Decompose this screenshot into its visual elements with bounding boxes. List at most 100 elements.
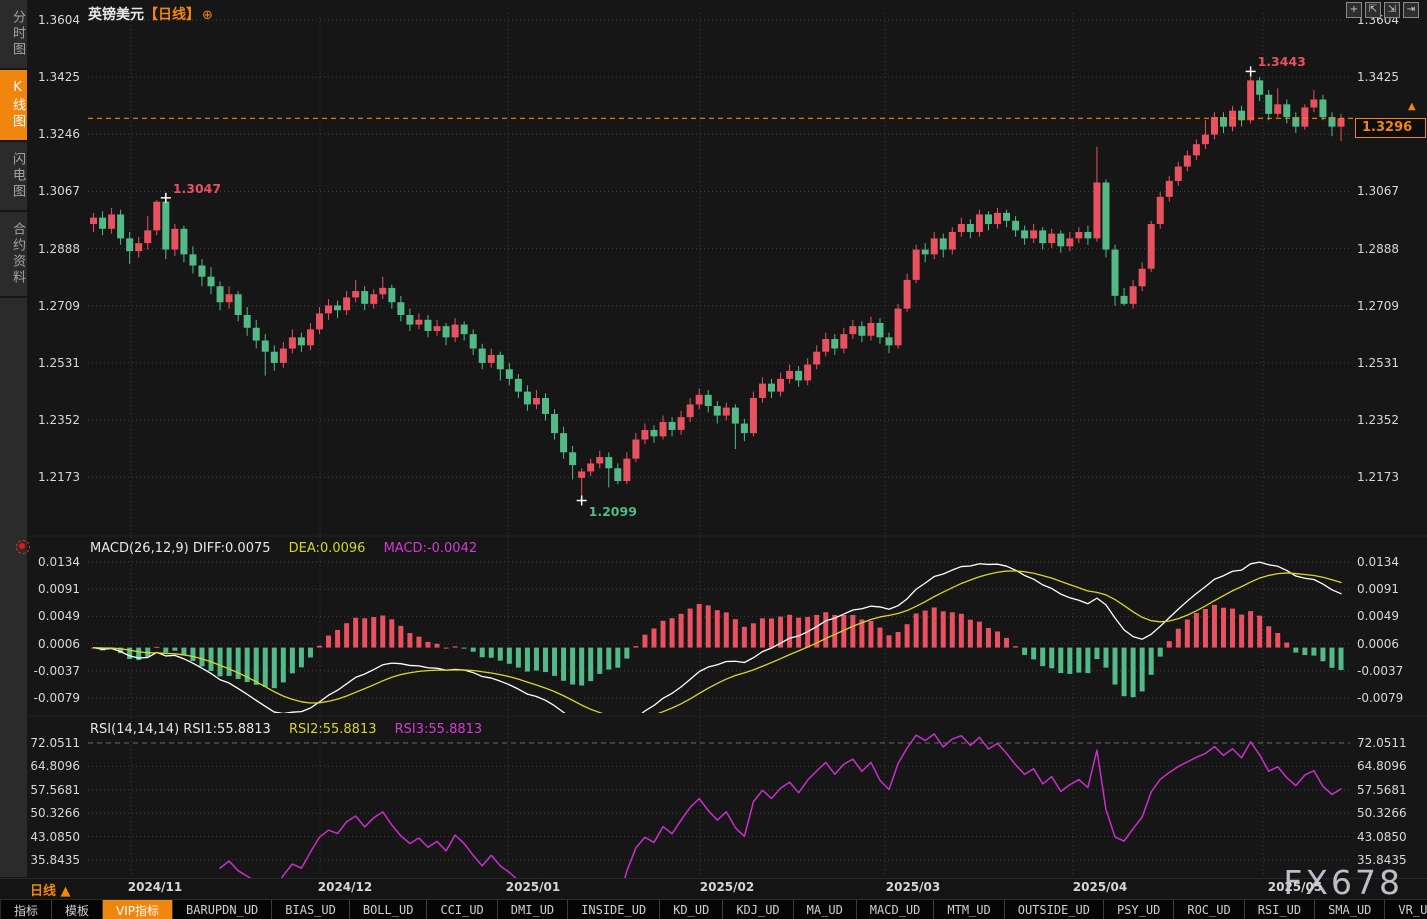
toolbar-button-指标[interactable]: 指标 <box>1 900 53 919</box>
price-tick-right: 1.3425 <box>1357 70 1399 85</box>
date-label: 2025/01 <box>505 880 561 894</box>
add-indicator-icon[interactable]: ⊕ <box>202 8 213 23</box>
macd-tick-left: 0.0134 <box>38 555 80 569</box>
last-price-badge: 1.3296 <box>1355 118 1426 138</box>
macd-tick-left: 0.0006 <box>38 636 80 651</box>
rsi-label-row: RSI(14,14,14) RSI1:55.8813 RSI2:55.8813 … <box>90 722 496 737</box>
fx678-watermark: FX678 <box>1283 863 1403 902</box>
macd-tick-right: 0.0049 <box>1357 609 1399 624</box>
toolbar-button-BARUPDN_UD[interactable]: BARUPDN_UD <box>173 900 273 919</box>
high-price-annotation: 1.3443 <box>1257 54 1306 70</box>
toolbar-button-BOLL_UD[interactable]: BOLL_UD <box>350 900 428 919</box>
date-label: 2024/12 <box>317 880 373 894</box>
date-label: 2025/02 <box>699 880 755 894</box>
price-tick-left: 1.2709 <box>38 298 80 313</box>
date-label: 2024/11 <box>127 880 183 894</box>
rsi-tick-right: 72.0511 <box>1357 736 1407 750</box>
macd-tick-left: -0.0079 <box>33 691 80 705</box>
macd-tick-left: -0.0037 <box>33 663 80 678</box>
toolbar-button-MACD_UD[interactable]: MACD_UD <box>857 900 935 919</box>
macd-tick-right: -0.0079 <box>1357 691 1404 705</box>
toolbar-button-DMI_UD[interactable]: DMI_UD <box>498 900 569 919</box>
price-tick-left: 1.2888 <box>38 241 80 256</box>
toolbar-button-VIP指标[interactable]: VIP指标 <box>103 900 174 919</box>
rsi-tick-right: 43.0850 <box>1357 829 1407 844</box>
rsi-tick-right: 57.5681 <box>1357 782 1407 797</box>
toolbar-button-SMA_UD[interactable]: SMA_UD <box>1315 900 1386 919</box>
sidebar-tab-2[interactable]: 闪电图 <box>0 142 27 212</box>
macd-label-row: MACD(26,12,9) DIFF:0.0075 DEA:0.0096 MAC… <box>90 541 491 556</box>
toolbar-button-PSY_UD[interactable]: PSY_UD <box>1104 900 1175 919</box>
price-tick-right: 1.2173 <box>1357 470 1399 485</box>
price-tick-left: 1.3604 <box>38 13 80 27</box>
high-price-annotation: 1.3047 <box>172 180 222 196</box>
price-up-arrow-icon: ▲ <box>1408 101 1416 112</box>
indicator-toolbar: 指标 模板 VIP指标 BARUPDN_UD BIAS_UD BOLL_UD CCI_UD D… <box>0 899 1427 919</box>
toolbar-button-ROC_UD[interactable]: ROC_UD <box>1174 900 1245 919</box>
price-tick-right: 1.3067 <box>1357 184 1399 199</box>
exit-chart-icon[interactable]: ⇥ <box>1403 2 1419 18</box>
toolbar-button-CCI_UD[interactable]: CCI_UD <box>427 900 498 919</box>
price-tick-left: 1.3067 <box>38 184 80 199</box>
zoom-axis-right-icon[interactable]: ⇲ <box>1384 2 1400 18</box>
macd-diff-label: MACD(26,12,9) DIFF:0.0075 <box>90 541 271 556</box>
rsi-tick-left: 50.3266 <box>30 806 80 821</box>
recording-status-icon <box>16 540 30 554</box>
low-price-annotation: 1.2099 <box>588 503 637 519</box>
rsi3-label: RSI3:55.8813 <box>394 722 483 737</box>
period-selector[interactable]: 日线 ▲ <box>30 880 71 899</box>
rsi-tick-right: 64.8096 <box>1357 759 1407 774</box>
rsi-tick-left: 72.0511 <box>30 736 80 750</box>
price-tick-left: 1.2352 <box>38 413 80 428</box>
period-arrow-icon: ▲ <box>60 884 71 899</box>
price-tick-left: 1.3246 <box>38 127 80 142</box>
toolbar-button-MA_UD[interactable]: MA_UD <box>794 900 857 919</box>
chart-title: 英镑美元【日线】 ⊕ <box>88 4 213 24</box>
rsi-tick-right: 50.3266 <box>1357 806 1407 821</box>
price-tick-right: 1.2352 <box>1357 413 1399 428</box>
crosshair-move-icon[interactable]: + <box>1346 2 1362 18</box>
toolbar-button-OUTSIDE_UD[interactable]: OUTSIDE_UD <box>1005 900 1104 919</box>
macd-tick-right: -0.0037 <box>1357 663 1404 678</box>
macd-tick-right: 0.0006 <box>1357 636 1399 651</box>
sidebar-tab-0[interactable]: 分时图 <box>0 0 27 70</box>
toolbar-button-MTM_UD[interactable]: MTM_UD <box>934 900 1005 919</box>
macd-value-label: MACD:-0.0042 <box>383 541 478 556</box>
toolbar-button-模板[interactable]: 模板 <box>52 900 104 919</box>
macd-tick-left: 0.0091 <box>38 582 80 597</box>
rsi-tick-left: 35.8435 <box>30 853 80 867</box>
date-label: 2025/04 <box>1072 880 1128 894</box>
period-label: 日线 <box>30 884 57 899</box>
sidebar-tab-3[interactable]: 合约资料 <box>0 212 27 298</box>
toolbar-button-INSIDE_UD[interactable]: INSIDE_UD <box>568 900 661 919</box>
chart-tool-icons: + ⇱ ⇲ ⇥ <box>1346 2 1419 18</box>
toolbar-button-KDJ_UD[interactable]: KDJ_UD <box>723 900 794 919</box>
zoom-axis-left-icon[interactable]: ⇱ <box>1365 2 1381 18</box>
rsi1-label: RSI(14,14,14) RSI1:55.8813 <box>90 722 271 737</box>
symbol-name: 英镑美元 <box>88 7 144 23</box>
rsi-tick-left: 43.0850 <box>30 829 80 844</box>
price-tick-right: 1.2709 <box>1357 298 1399 313</box>
rsi-tick-left: 57.5681 <box>30 782 80 797</box>
toolbar-button-RSI_UD[interactable]: RSI_UD <box>1245 900 1316 919</box>
trading-app: 分时图 K线图 闪电图 合约资料 英镑美元【日线】 ⊕ + ⇱ ⇲ ⇥ MACD(26,12,… <box>0 0 1427 919</box>
price-tick-right: 1.2888 <box>1357 241 1399 256</box>
macd-tick-right: 0.0134 <box>1357 555 1399 569</box>
toolbar-button-KD_UD[interactable]: KD_UD <box>660 900 724 919</box>
price-tick-left: 1.2173 <box>38 470 80 485</box>
macd-dea-label: DEA:0.0096 <box>288 541 366 556</box>
macd-tick-right: 0.0091 <box>1357 582 1399 597</box>
period-tag: 【日线】 <box>144 7 200 23</box>
date-label: 2025/03 <box>885 880 941 894</box>
macd-tick-left: 0.0049 <box>38 609 80 624</box>
rsi-tick-left: 64.8096 <box>30 759 80 774</box>
toolbar-button-BIAS_UD[interactable]: BIAS_UD <box>272 900 350 919</box>
price-tick-left: 1.2531 <box>38 355 80 370</box>
price-tick-right: 1.2531 <box>1357 355 1399 370</box>
rsi2-label: RSI2:55.8813 <box>288 722 377 737</box>
candlestick-chart-canvas[interactable] <box>0 0 1427 919</box>
price-tick-left: 1.3425 <box>38 70 80 85</box>
chart-type-sidebar: 分时图 K线图 闪电图 合约资料 <box>0 0 27 877</box>
toolbar-button-VR_UD[interactable]: VR_UD <box>1385 900 1427 919</box>
sidebar-tab-1[interactable]: K线图 <box>0 70 27 142</box>
